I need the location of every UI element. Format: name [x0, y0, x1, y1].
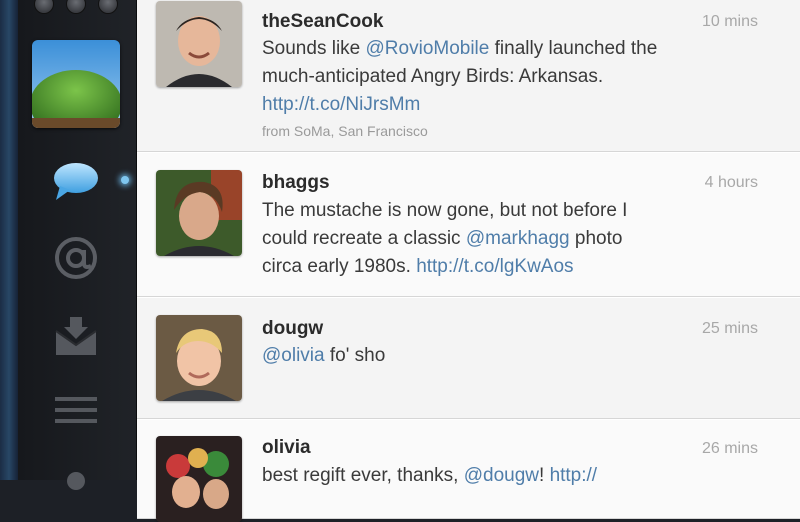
tweet-time: 26 mins: [701, 440, 758, 457]
nav-profile[interactable]: [46, 456, 106, 508]
zoom-window-button[interactable]: [98, 0, 118, 14]
active-nav-indicator: [121, 176, 129, 184]
url-link[interactable]: http://t.co/NiJrsMm: [262, 94, 420, 115]
tweet-username[interactable]: bhaggs: [262, 172, 330, 194]
tweet-username[interactable]: theSeanCook: [262, 11, 383, 33]
nav-messages[interactable]: [46, 310, 106, 362]
sidebar: [18, 0, 137, 490]
tweet-text-run: The mustache is now gone, but not before…: [262, 200, 628, 221]
tweet-text-run: photo: [569, 228, 623, 249]
tweet-text-run: !: [539, 465, 550, 486]
tweet-timeline[interactable]: theSeanCook 10 mins Sounds like @RovioMo…: [137, 0, 800, 522]
url-link[interactable]: http://: [550, 465, 598, 486]
window-controls: [34, 0, 118, 14]
tweet-item[interactable]: olivia 26 mins best regift ever, thanks,…: [137, 419, 800, 522]
avatar[interactable]: [156, 436, 242, 522]
avatar[interactable]: [156, 170, 242, 256]
tweet-text-run: fo' sho: [324, 345, 386, 366]
tweet-text-run: could recreate a classic: [262, 228, 466, 249]
tweet-item[interactable]: theSeanCook 10 mins Sounds like @RovioMo…: [137, 0, 800, 152]
nav-mentions[interactable]: [46, 232, 106, 284]
tweet-text: The mustache is now gone, but not before…: [262, 197, 767, 281]
tweet-text-line: circa early 1980s. http://t.co/lgKwAos: [262, 253, 767, 281]
tweet-text-line: @olivia fo' sho: [262, 342, 767, 370]
mention-link[interactable]: @olivia: [262, 345, 325, 366]
avatar[interactable]: [156, 1, 242, 87]
nav-timeline[interactable]: [46, 156, 106, 208]
minimize-window-button[interactable]: [66, 0, 86, 14]
tweet-item[interactable]: bhaggs 4 hours The mustache is now gone,…: [137, 152, 800, 297]
tweet-text-run: circa early 1980s.: [262, 256, 417, 277]
tweet-text-run: finally launched the: [489, 38, 658, 59]
avatar[interactable]: [156, 315, 242, 401]
list-lines-icon: [55, 397, 97, 423]
close-window-button[interactable]: [34, 0, 54, 14]
tweet-source[interactable]: from SoMa, San Francisco: [262, 123, 428, 139]
tweet-text-run: much-anticipated Angry Birds: Arkansas.: [262, 66, 604, 87]
tweet-text: @olivia fo' sho: [262, 342, 767, 370]
nav-lists[interactable]: [46, 384, 106, 436]
tweet-text-line: much-anticipated Angry Birds: Arkansas.: [262, 63, 767, 91]
tweet-text-line: The mustache is now gone, but not before…: [262, 197, 767, 225]
tweet-text-run: best regift ever, thanks,: [262, 465, 464, 486]
person-icon: [67, 472, 85, 490]
tweet-username[interactable]: olivia: [262, 437, 311, 459]
tweet-text: Sounds like @RovioMobile finally launche…: [262, 35, 767, 119]
tweet-text-line: http://t.co/NiJrsMm: [262, 91, 767, 119]
inbox-tray-icon: [55, 317, 97, 355]
mention-link[interactable]: @dougw: [464, 465, 539, 486]
tweet-text: best regift ever, thanks, @dougw! http:/…: [262, 462, 767, 490]
tweet-username[interactable]: dougw: [262, 318, 323, 340]
mention-link[interactable]: @markhagg: [466, 228, 570, 249]
tweet-time: 10 mins: [701, 13, 758, 30]
mention-link[interactable]: @RovioMobile: [366, 38, 490, 59]
tweet-time: 25 mins: [701, 320, 758, 337]
tweet-text-line: Sounds like @RovioMobile finally launche…: [262, 35, 767, 63]
at-sign-icon: [55, 237, 97, 279]
tweet-text-line: best regift ever, thanks, @dougw! http:/…: [262, 462, 767, 490]
tweet-text-line: could recreate a classic @markhagg photo: [262, 225, 767, 253]
desktop-edge: [0, 0, 18, 480]
tweet-time: 4 hours: [704, 174, 758, 191]
account-avatar[interactable]: [32, 40, 120, 128]
tweet-text-run: Sounds like: [262, 38, 366, 59]
url-link[interactable]: http://t.co/lgKwAos: [416, 256, 573, 277]
tweet-item[interactable]: dougw 25 mins @olivia fo' sho: [137, 297, 800, 419]
speech-bubble-icon: [54, 163, 98, 200]
